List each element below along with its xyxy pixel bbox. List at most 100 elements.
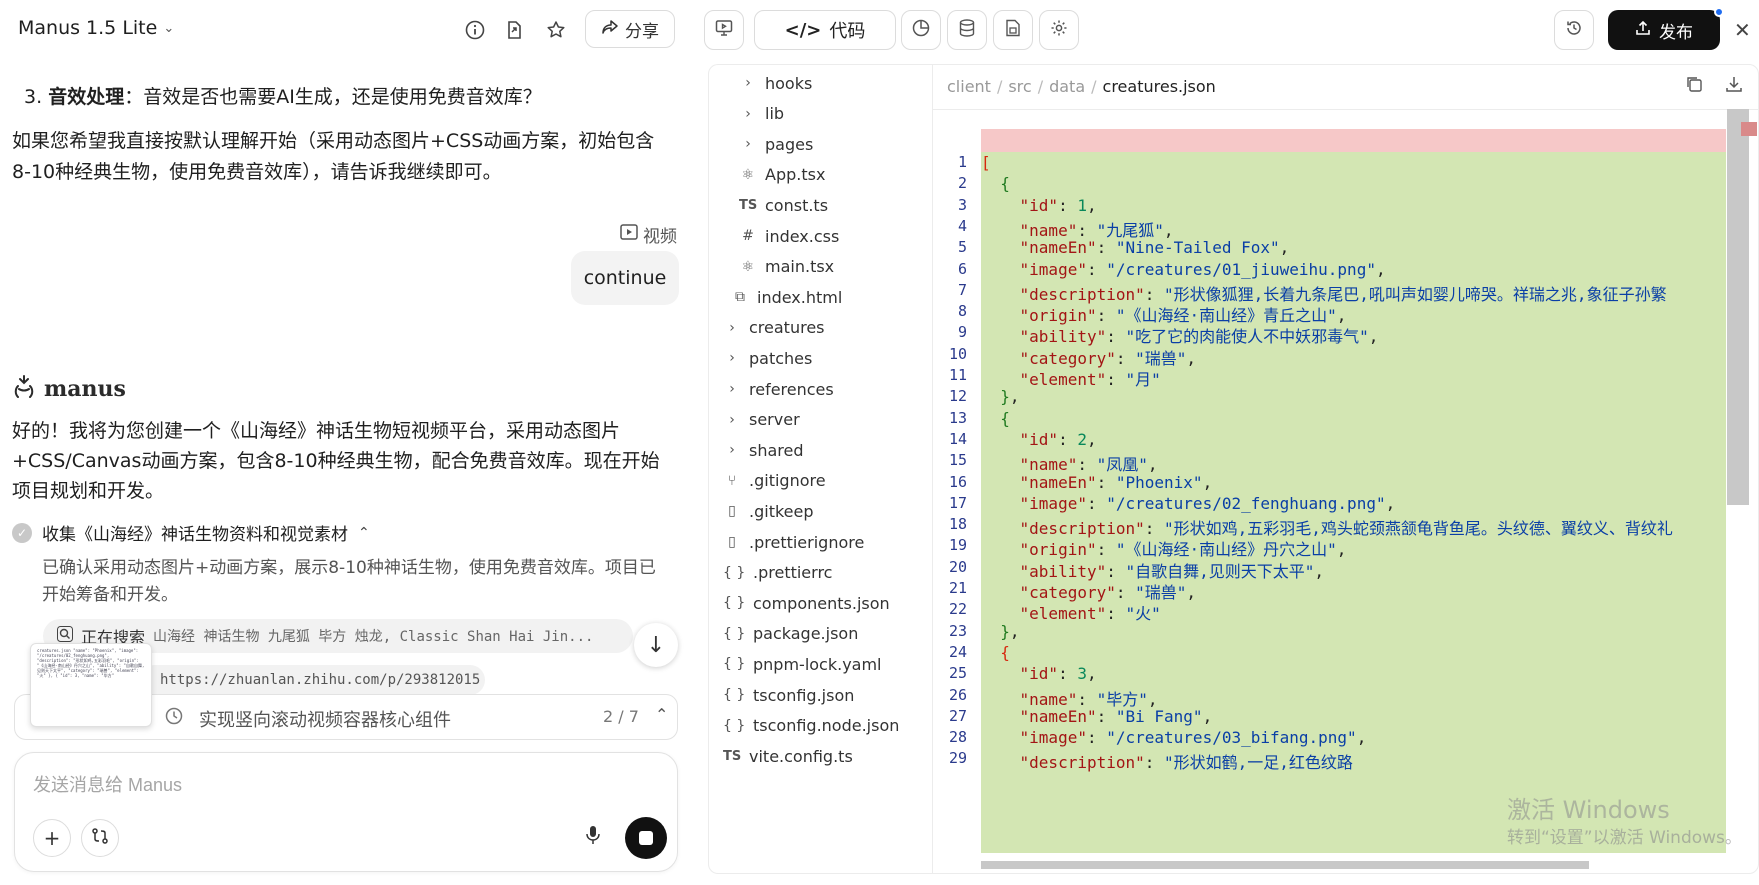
- stop-button[interactable]: [625, 817, 667, 859]
- copy-icon[interactable]: [1685, 75, 1703, 98]
- file-tree-item[interactable]: ⧉ index.html: [731, 282, 842, 312]
- code-line[interactable]: "id": 3,: [981, 664, 1726, 683]
- model-selector[interactable]: Manus 1.5 Lite ⌄: [18, 17, 174, 39]
- task-step[interactable]: ✓ 收集《山海经》神话生物资料和视觉素材 ⌃: [12, 520, 370, 545]
- download-icon[interactable]: [1725, 75, 1743, 98]
- stop-icon: [639, 831, 653, 845]
- code-line[interactable]: "id": 2,: [981, 430, 1726, 449]
- file-tree-item[interactable]: › lib: [739, 99, 784, 129]
- file-tree-item[interactable]: ⚛ App.tsx: [739, 160, 826, 190]
- line-number: 11: [948, 366, 967, 384]
- microphone-icon[interactable]: [585, 825, 601, 850]
- file-tree-item[interactable]: ▯ .prettierignore: [723, 527, 864, 557]
- chat-header: Manus 1.5 Lite ⌄ 分享: [0, 0, 690, 58]
- message-input[interactable]: [33, 767, 633, 803]
- html-file-icon: ⧉: [735, 289, 745, 306]
- close-icon[interactable]: ✕: [1734, 18, 1751, 42]
- code-line[interactable]: {: [981, 174, 1726, 193]
- code-line[interactable]: "image": "/creatures/03_bifang.png",: [981, 728, 1726, 747]
- file-tree-item[interactable]: › creatures: [723, 313, 824, 343]
- file-tree-label: .gitignore: [749, 471, 826, 491]
- star-icon[interactable]: [542, 16, 570, 44]
- file-tree-item[interactable]: › patches: [723, 343, 812, 373]
- item-bold-label: 音效处理: [48, 86, 125, 108]
- connector-button[interactable]: [81, 819, 119, 857]
- code-line[interactable]: "nameEn": "Bi Fang",: [981, 707, 1726, 726]
- file-tree-item[interactable]: # index.css: [739, 221, 839, 251]
- database-icon: [959, 19, 975, 41]
- file-tree-item[interactable]: › references: [723, 374, 834, 404]
- file-tree-label: index.html: [757, 287, 843, 307]
- dashboard-button[interactable]: [901, 10, 941, 50]
- code-line[interactable]: "id": 1,: [981, 196, 1726, 215]
- settings-button[interactable]: [1039, 10, 1079, 50]
- file-tree-item[interactable]: › hooks: [739, 68, 812, 98]
- vertical-scrollbar[interactable]: [1727, 109, 1749, 505]
- file-tree-item[interactable]: TS const.ts: [739, 190, 828, 220]
- line-number: 2: [957, 174, 967, 193]
- code-line[interactable]: {: [981, 409, 1726, 428]
- code-line[interactable]: {: [981, 643, 1726, 662]
- json-braces-icon: { }: [723, 687, 746, 703]
- video-attachment-tag[interactable]: 视频: [620, 222, 677, 247]
- visited-url[interactable]: https://zhuanlan.zhihu.com/p/293812015: [140, 665, 485, 695]
- preview-button[interactable]: [704, 10, 744, 50]
- file-tree-item[interactable]: ▯ .gitkeep: [723, 496, 814, 526]
- line-number: 19: [948, 536, 967, 555]
- add-attachment-button[interactable]: +: [33, 819, 71, 857]
- breadcrumb-item[interactable]: src: [1008, 77, 1031, 96]
- document-share-icon[interactable]: [500, 16, 528, 44]
- file-tree-item[interactable]: TS vite.config.ts: [723, 741, 853, 771]
- json-braces-icon: { }: [723, 564, 746, 581]
- arrow-down-icon: ↓: [646, 632, 666, 658]
- code-line[interactable]: },: [981, 622, 1726, 641]
- typescript-icon: TS: [739, 197, 758, 213]
- file-tree-item[interactable]: { } .prettierrc: [723, 558, 832, 588]
- connector-icon: [91, 826, 109, 850]
- code-line[interactable]: "image": "/creatures/01_jiuweihu.png",: [981, 260, 1726, 279]
- breadcrumb-item[interactable]: client: [947, 77, 991, 96]
- line-number: 13: [948, 408, 967, 427]
- chevron-right-icon: ›: [745, 105, 751, 122]
- message-composer: +: [14, 752, 678, 872]
- agent-name: manus: [44, 376, 126, 402]
- file-tree-item[interactable]: › server: [723, 405, 799, 435]
- code-line[interactable]: },: [981, 387, 1726, 406]
- file-tree-item[interactable]: ⑂ .gitignore: [723, 466, 826, 496]
- scroll-to-bottom-button[interactable]: ↓: [634, 623, 678, 667]
- code-line[interactable]: "nameEn": "Nine-Tailed Fox",: [981, 238, 1726, 257]
- database-button[interactable]: [947, 10, 987, 50]
- file-tree-item[interactable]: { } components.json: [723, 588, 890, 618]
- tab-code[interactable]: </> 代码: [754, 10, 896, 50]
- line-number: 25: [948, 664, 967, 683]
- file-tree-item[interactable]: › pages: [739, 129, 813, 159]
- file-tree-item[interactable]: { } tsconfig.node.json: [723, 711, 899, 741]
- history-button[interactable]: [1554, 10, 1594, 50]
- breadcrumb-item[interactable]: data: [1049, 77, 1085, 96]
- computer-preview-thumbnail[interactable]: creatures.json "name": "Phoenix", "image…: [30, 643, 152, 727]
- file-tree-item[interactable]: { } pnpm-lock.yaml: [723, 649, 882, 679]
- files-button[interactable]: [993, 10, 1033, 50]
- chevron-right-icon: ›: [729, 350, 735, 367]
- file-tree-item[interactable]: › shared: [723, 435, 803, 465]
- chevron-right-icon: ›: [745, 75, 751, 91]
- line-number: 20: [948, 557, 967, 576]
- code-line[interactable]: [: [981, 153, 1726, 172]
- file-tree-label: .gitkeep: [749, 501, 814, 521]
- file-tree-item[interactable]: { } tsconfig.json: [723, 680, 854, 710]
- info-icon[interactable]: [461, 16, 489, 44]
- horizontal-scrollbar[interactable]: [981, 861, 1589, 869]
- share-label: 分享: [625, 21, 659, 42]
- step-description: 已确认采用动态图片+动画方案，展示8-10种神话生物，使用免费音效库。项目已开始…: [42, 558, 656, 605]
- numbered-item: 3. 音效处理：音效是否也需要AI生成，还是使用免费音效库？: [24, 83, 664, 111]
- file-tree-item[interactable]: { } package.json: [723, 619, 858, 649]
- share-button[interactable]: 分享: [585, 10, 675, 48]
- code-line[interactable]: "image": "/creatures/02_fenghuang.png",: [981, 494, 1726, 513]
- chevron-right-icon: ›: [745, 136, 751, 153]
- code-line[interactable]: "description": "形状如鹤,一足,红色纹路: [981, 749, 1726, 773]
- file-tree-item[interactable]: ⚛ main.tsx: [739, 252, 834, 282]
- line-number: 9: [957, 323, 967, 342]
- publish-button[interactable]: 发布: [1608, 7, 1724, 50]
- code-line[interactable]: "nameEn": "Phoenix",: [981, 473, 1726, 492]
- git-icon: ⑂: [727, 472, 737, 489]
